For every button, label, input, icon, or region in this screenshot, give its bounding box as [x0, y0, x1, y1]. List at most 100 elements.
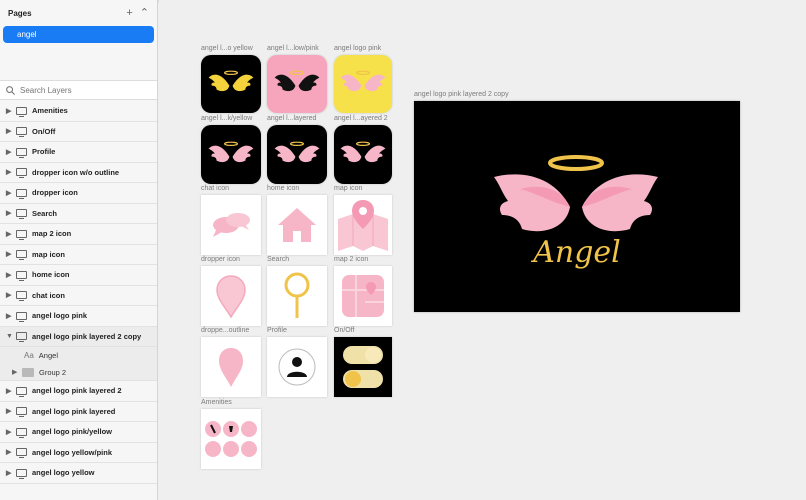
disclosure-triangle-icon[interactable]: ▶ — [6, 189, 16, 197]
page-item-angel[interactable]: angel — [3, 26, 154, 43]
artboard-profile[interactable]: Profile — [267, 327, 327, 397]
dropper-tile — [201, 266, 261, 326]
layer-item[interactable]: ▶ angel logo pink — [0, 306, 157, 327]
group-icon — [22, 367, 34, 377]
layer-label: angel logo yellow/pink — [32, 447, 113, 457]
wings-icon — [339, 141, 387, 172]
disclosure-triangle-icon[interactable]: ▶ — [6, 250, 16, 258]
disclosure-triangle-icon[interactable]: ▶ — [6, 271, 16, 279]
artboard-label: Search — [267, 256, 290, 263]
search-layers[interactable] — [0, 80, 157, 100]
layer-item[interactable]: ▶ On/Off — [0, 122, 157, 142]
disclosure-open-icon[interactable]: ▼ — [6, 333, 16, 340]
disclosure-triangle-icon[interactable]: ▶ — [6, 387, 16, 395]
layer-item[interactable]: ▶ angel logo yellow — [0, 463, 157, 484]
profile-tile — [267, 337, 327, 397]
sublayer-item[interactable]: ▶ Group 2 — [0, 364, 157, 381]
wings-icon — [207, 70, 255, 101]
disclosure-triangle-icon[interactable]: ▶ — [6, 291, 16, 299]
artboard-label: Amenities — [201, 399, 232, 406]
artboard-icon — [16, 229, 27, 240]
artboard-icon — [16, 427, 27, 438]
add-page-icon[interactable]: + — [126, 7, 132, 19]
layer-label: dropper icon — [32, 188, 78, 198]
artboard-icon — [16, 270, 27, 281]
layer-label: angel logo pink — [32, 311, 88, 321]
artboard-dropper-icon-no-outline[interactable]: droppe...outline — [201, 327, 261, 397]
artboard-angel-logo-pink-yellow[interactable]: angel l...k/yellow — [201, 115, 261, 184]
artboard-search[interactable]: Search — [267, 256, 327, 326]
preview-artboard[interactable]: Angel — [414, 101, 740, 312]
search-icon — [6, 85, 16, 95]
artboard-home-icon[interactable]: home icon — [267, 185, 327, 255]
artboard-angel-logo-pink-layered[interactable]: angel l...layered — [267, 115, 327, 184]
layer-item[interactable]: ▶ angel logo pink/yellow — [0, 422, 157, 443]
artboard-icon — [16, 168, 27, 179]
layer-label: angel logo yellow — [32, 468, 95, 478]
disclosure-triangle-icon[interactable]: ▶ — [6, 312, 16, 320]
layer-label: map icon — [32, 249, 65, 259]
artboard-dropper-icon[interactable]: dropper icon — [201, 256, 261, 326]
layer-item[interactable]: ▶ chat icon — [0, 286, 157, 306]
search-input[interactable] — [20, 85, 140, 95]
disclosure-triangle-icon[interactable]: ▶ — [6, 428, 16, 436]
sublayer-item[interactable]: Aa Angel — [0, 347, 157, 364]
layer-list: ▶ Amenities ▶ On/Off ▶ Profile ▶ dropper ico… — [0, 101, 157, 484]
layer-item[interactable]: ▶ map icon — [0, 245, 157, 265]
pages-title: Pages — [8, 8, 32, 18]
layer-item[interactable]: ▶ home icon — [0, 265, 157, 286]
layer-item-expanded[interactable]: ▼ angel logo pink layered 2 copy — [0, 326, 157, 347]
disclosure-triangle-icon[interactable]: ▶ — [6, 469, 16, 477]
disclosure-triangle-icon[interactable]: ▶ — [6, 209, 16, 217]
layer-label: angel logo pink/yellow — [32, 427, 113, 437]
disclosure-triangle-icon[interactable]: ▶ — [6, 168, 16, 176]
disclosure-triangle-icon[interactable]: ▶ — [6, 407, 16, 415]
wings-icon — [273, 141, 321, 172]
layer-item[interactable]: ▶ angel logo yellow/pink — [0, 443, 157, 463]
layer-label: Profile — [32, 147, 56, 157]
text-layer-icon: Aa — [24, 351, 34, 360]
amenities-icon — [205, 421, 257, 457]
artboard-angel-logo-yellow[interactable]: angel l...o yellow — [201, 45, 261, 113]
layers-sidebar: Pages + ⌃ angel ▶ Amenities ▶ On/Off ▶ Prof… — [0, 0, 158, 500]
artboard-chat-icon[interactable]: chat icon — [201, 185, 261, 255]
home-icon — [278, 208, 316, 242]
home-tile — [267, 195, 327, 255]
layer-item[interactable]: ▶ dropper icon — [0, 183, 157, 204]
disclosure-triangle-icon[interactable]: ▶ — [6, 448, 16, 456]
artboard-map-icon[interactable]: map icon — [334, 185, 392, 255]
artboard-map-2-icon[interactable]: map 2 icon — [334, 256, 392, 326]
layer-item[interactable]: ▶ map 2 icon — [0, 224, 157, 245]
disclosure-triangle-icon[interactable]: ▶ — [6, 148, 16, 156]
wings-icon — [207, 141, 255, 172]
map-tile — [334, 195, 392, 255]
layer-item[interactable]: ▶ Search — [0, 204, 157, 224]
disclosure-triangle-icon[interactable]: ▶ — [12, 368, 22, 376]
map-2-tile — [334, 266, 392, 326]
collapse-icon[interactable]: ⌃ — [140, 7, 149, 19]
layer-item[interactable]: ▶ angel logo pink layered 2 — [0, 381, 157, 402]
artboard-label: angel logo pink — [334, 45, 382, 52]
layer-label: map 2 icon — [32, 229, 72, 239]
artboard-on-off[interactable]: On/Off — [334, 327, 392, 397]
map-2-icon — [342, 275, 384, 317]
layer-item[interactable]: ▶ Profile — [0, 142, 157, 163]
wings-icon — [273, 70, 321, 101]
artboard-angel-logo-pink-layered-2[interactable]: angel l...ayered 2 — [334, 115, 392, 184]
artboard-angel-logo-yellow-pink[interactable]: angel l...low/pink — [267, 45, 327, 113]
artboard-label: angel l...layered — [267, 115, 317, 122]
layer-label: home icon — [32, 270, 70, 280]
angel-logo-yellow — [201, 55, 261, 113]
layer-item[interactable]: ▶ angel logo pink layered — [0, 402, 157, 422]
disclosure-triangle-icon[interactable]: ▶ — [6, 107, 16, 115]
layer-label: angel logo pink layered — [32, 406, 116, 416]
layer-label: Search — [32, 208, 58, 218]
artboard-amenities[interactable]: Amenities — [201, 399, 261, 469]
disclosure-triangle-icon[interactable]: ▶ — [6, 127, 16, 135]
artboard-angel-logo-pink[interactable]: angel logo pink — [334, 45, 392, 113]
layer-item[interactable]: ▶ Amenities — [0, 101, 157, 122]
layer-item[interactable]: ▶ dropper icon w/o outline — [0, 163, 157, 183]
disclosure-triangle-icon[interactable]: ▶ — [6, 230, 16, 238]
artboard-label: map icon — [334, 185, 363, 192]
artboard-label: angel l...ayered 2 — [334, 115, 388, 122]
